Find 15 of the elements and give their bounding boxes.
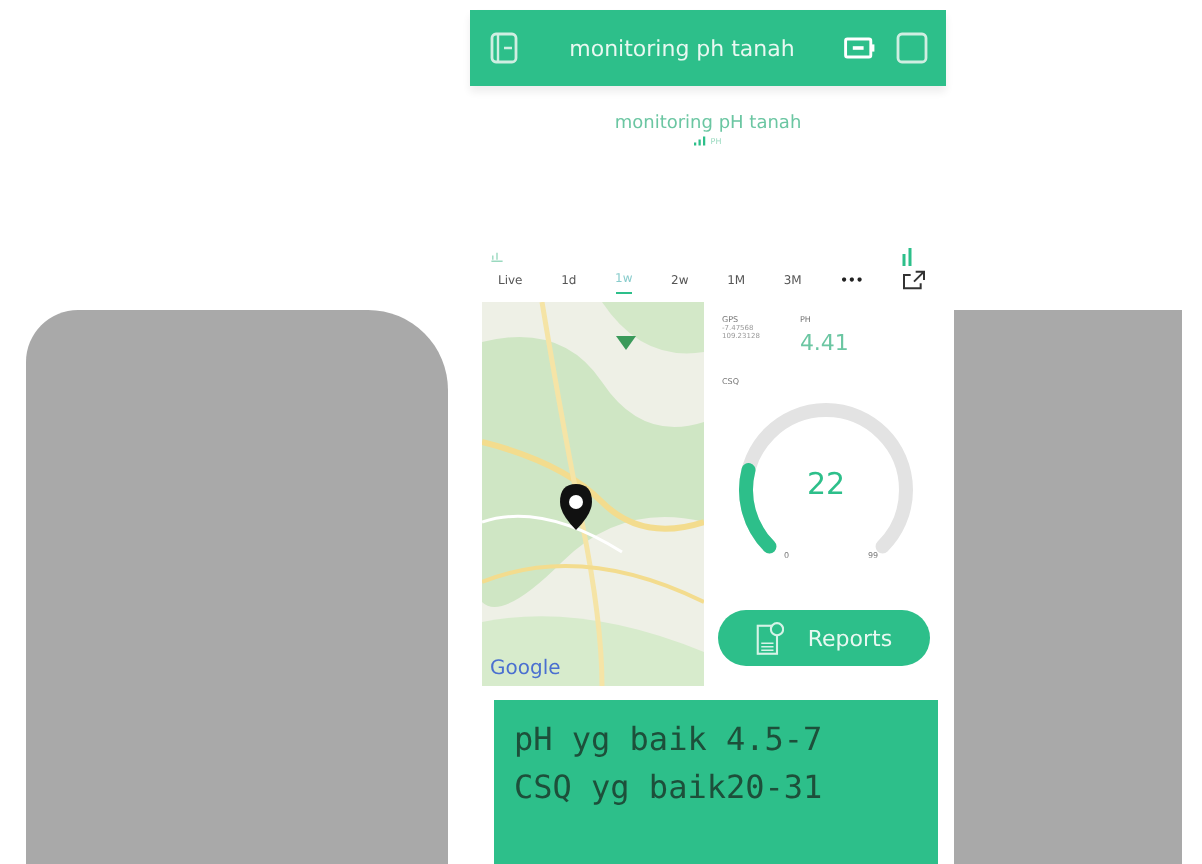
report-icon <box>755 620 784 656</box>
square-icon[interactable] <box>894 30 930 66</box>
export-icon[interactable] <box>901 270 926 290</box>
map-logo: Google <box>490 658 561 680</box>
chart-title: monitoring pH tanah <box>612 114 804 134</box>
ph-value: 4.41 <box>799 330 849 356</box>
chart-icon <box>490 248 504 266</box>
lcd-line: CSQ yg baik20-31 <box>514 766 825 810</box>
bar-chart-icon <box>694 136 707 146</box>
gauge-value: 22 <box>806 466 846 502</box>
bar-chart-icon[interactable] <box>900 248 914 266</box>
lcd-line: pH yg baik 4.5-7 <box>514 718 825 762</box>
app-title: monitoring ph tanah <box>567 35 797 61</box>
gauge-fill <box>739 463 777 554</box>
device-icon[interactable] <box>486 30 522 66</box>
